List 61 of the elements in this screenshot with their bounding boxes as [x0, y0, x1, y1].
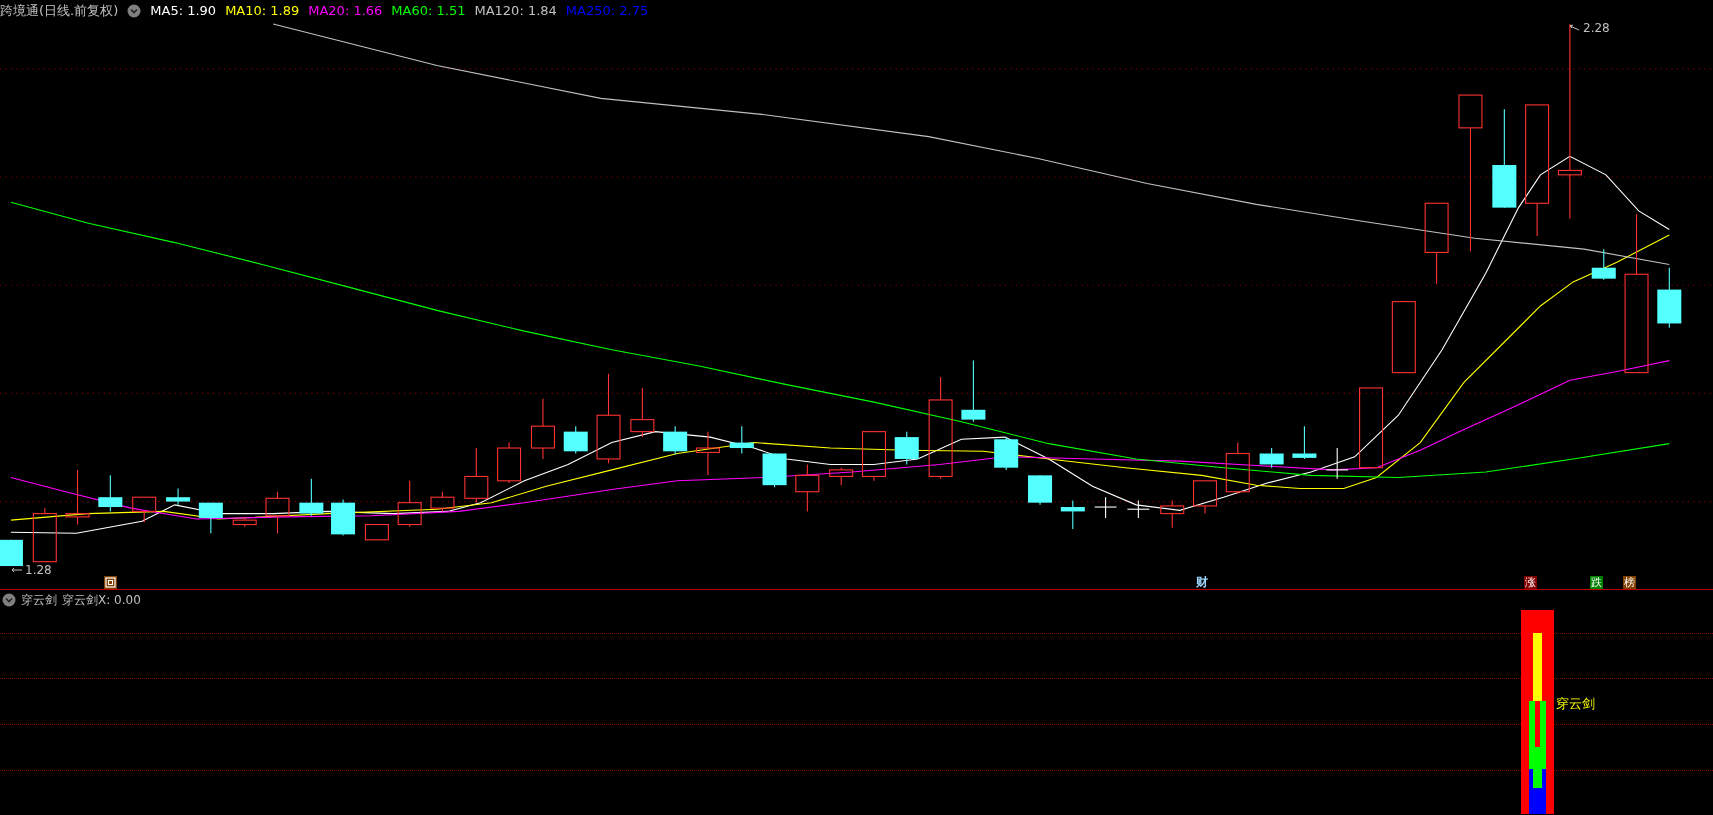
candlestick: [1591, 248, 1616, 281]
candlestick: [861, 431, 886, 482]
candlestick: [762, 452, 787, 488]
candlestick: [397, 480, 422, 528]
indicator-title: 穿云剑: [21, 592, 57, 608]
event-tag: 榜: [1623, 576, 1636, 589]
event-tag: 跌: [1590, 576, 1603, 589]
candlestick: [1094, 496, 1118, 519]
event-marker: 财: [1196, 576, 1208, 589]
moving-average-value: MA20: 1.66: [308, 3, 383, 19]
candlestick: [795, 463, 820, 512]
candlestick: [894, 431, 919, 465]
candlestick: [1126, 499, 1150, 519]
candlestick: [961, 360, 986, 423]
moving-average-value: MA250: 2.75: [565, 3, 649, 19]
candlestick: [530, 398, 555, 460]
candlestick: [299, 478, 324, 517]
moving-average-value: MA60: 1.51: [391, 3, 466, 19]
moving-average-value: MA120: 1.84: [474, 3, 557, 19]
candlestick: [364, 524, 389, 541]
low-price-label: 1.28: [25, 562, 52, 579]
high-price-label: 2.28: [1583, 20, 1610, 37]
candlestick: [232, 517, 257, 528]
candlestick: [1193, 480, 1217, 515]
arrow-icon: [1568, 24, 1580, 32]
candlestick: [994, 436, 1019, 471]
moving-average-value: MA10: 1.89: [225, 3, 300, 19]
candlestick: [1657, 267, 1682, 329]
candlestick: [1259, 447, 1284, 469]
event-tag: 涨: [1524, 576, 1537, 589]
chart-title: 跨境通(日线.前复权): [0, 3, 119, 19]
indicator-reading: 穿云剑X: 0.00: [62, 592, 141, 608]
candlestick: [198, 502, 223, 534]
candlestick: [497, 442, 522, 484]
collapse-toggle-icon[interactable]: [2, 593, 16, 607]
moving-average-value: MA5: 1.90: [150, 3, 217, 19]
candlestick: [98, 474, 123, 512]
candlestick: [331, 498, 356, 536]
candlestick: [0, 539, 23, 567]
candlestick: [1225, 442, 1250, 495]
candlestick: [563, 425, 588, 455]
candlestick: [65, 469, 90, 526]
candlestick: [32, 507, 57, 563]
indicator-bar-label: 穿云剑: [1556, 695, 1595, 713]
candlestick: [829, 467, 854, 486]
candlestick: [166, 487, 191, 506]
candlestick: [464, 447, 489, 504]
candlestick: [729, 425, 754, 455]
candlestick: [1325, 447, 1349, 480]
candlestick: [663, 425, 688, 456]
candlestick: [1028, 474, 1053, 506]
candlestick: [1160, 499, 1185, 529]
candlestick: [695, 431, 720, 476]
arrow-icon: [11, 566, 23, 574]
candlestick: [430, 491, 455, 512]
candlestick: [1060, 499, 1085, 530]
candlestick: [630, 387, 655, 438]
candlestick: [132, 496, 157, 523]
collapse-toggle-icon[interactable]: [127, 4, 142, 18]
candlestick: [265, 491, 290, 534]
candlestick: [1292, 425, 1317, 460]
